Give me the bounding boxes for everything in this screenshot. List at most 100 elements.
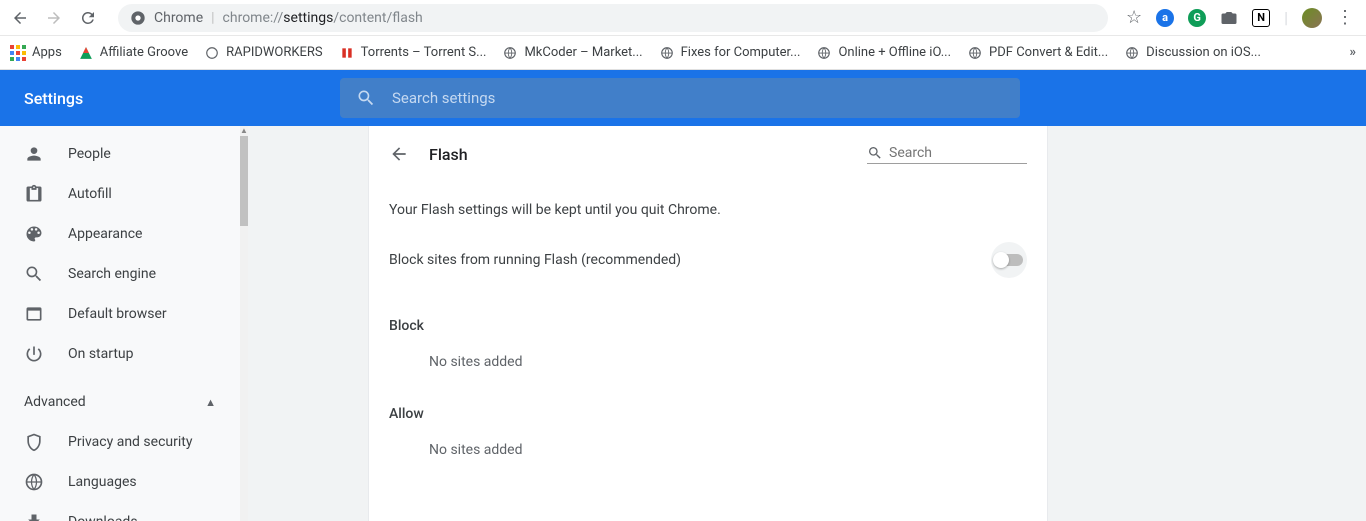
toolbar-right: ☆ a G N | ⋮ xyxy=(1126,7,1358,28)
back-button[interactable] xyxy=(8,6,32,30)
bookmark-item[interactable]: Torrents – Torrent S... xyxy=(339,45,487,61)
flash-info-text: Your Flash settings will be kept until y… xyxy=(369,182,1047,226)
bookmark-label: Online + Offline iO... xyxy=(838,45,951,60)
bookmark-favicon xyxy=(78,45,94,61)
content-search-box[interactable] xyxy=(867,145,1027,164)
content-card: Flash Your Flash settings will be kept u… xyxy=(368,126,1048,521)
nav-default-browser[interactable]: Default browser xyxy=(0,294,240,334)
bookmark-favicon xyxy=(204,45,220,61)
person-icon xyxy=(24,144,44,164)
search-icon xyxy=(356,88,376,108)
search-settings-input[interactable] xyxy=(392,89,1004,107)
bookmark-item[interactable]: Online + Offline iO... xyxy=(816,45,951,61)
bookmark-item[interactable]: RAPIDWORKERS xyxy=(204,45,323,61)
power-icon xyxy=(24,344,44,364)
nav-label: People xyxy=(68,146,111,162)
bookmark-item[interactable]: Fixes for Computer... xyxy=(659,45,801,61)
browser-menu-icon[interactable]: ⋮ xyxy=(1336,7,1354,28)
nav-downloads[interactable]: Downloads xyxy=(0,502,240,521)
window-icon xyxy=(24,304,44,324)
nav-label: Privacy and security xyxy=(68,434,192,450)
shield-icon xyxy=(24,432,44,452)
content-column: Flash Your Flash settings will be kept u… xyxy=(248,126,1366,521)
content-header: Flash xyxy=(369,126,1047,182)
block-flash-row: Block sites from running Flash (recommen… xyxy=(369,226,1047,306)
scheme-label: Chrome xyxy=(154,10,203,26)
content-back-button[interactable] xyxy=(389,144,409,164)
reload-button[interactable] xyxy=(76,6,100,30)
toggle-label: Block sites from running Flash (recommen… xyxy=(389,252,681,268)
globe-icon xyxy=(24,472,44,492)
bookmarks-bar: Apps Affiliate Groove RAPIDWORKERS Torre… xyxy=(0,36,1366,70)
address-bar[interactable]: Chrome | chrome://settings/content/flash xyxy=(118,4,1108,32)
settings-title: Settings xyxy=(0,89,340,108)
download-icon xyxy=(24,512,44,521)
bookmark-label: Fixes for Computer... xyxy=(681,45,801,60)
bookmark-label: MkCoder – Market... xyxy=(524,45,642,60)
search-icon xyxy=(24,264,44,284)
main-area: People Autofill Appearance Search engine… xyxy=(0,126,1366,521)
apps-icon xyxy=(10,45,26,61)
nav-search-engine[interactable]: Search engine xyxy=(0,254,240,294)
block-empty-text: No sites added xyxy=(369,342,1047,394)
bookmark-label: Torrents – Torrent S... xyxy=(361,45,487,60)
forward-button[interactable] xyxy=(42,6,66,30)
sidebar-scrollbar[interactable]: ▲ xyxy=(240,126,248,521)
browser-toolbar: Chrome | chrome://settings/content/flash… xyxy=(0,0,1366,36)
nav-label: Autofill xyxy=(68,186,112,202)
nav-label: Downloads xyxy=(68,514,138,521)
palette-icon xyxy=(24,224,44,244)
nav-languages[interactable]: Languages xyxy=(0,462,240,502)
profile-avatar[interactable] xyxy=(1302,8,1322,28)
bookmark-item[interactable]: Discussion on iOS... xyxy=(1124,45,1261,61)
nav-appearance[interactable]: Appearance xyxy=(0,214,240,254)
bookmark-label: Discussion on iOS... xyxy=(1146,45,1261,60)
nav-on-startup[interactable]: On startup xyxy=(0,334,240,374)
globe-icon xyxy=(659,45,675,61)
apps-label: Apps xyxy=(32,45,62,60)
bookmark-item[interactable]: MkCoder – Market... xyxy=(502,45,642,61)
allow-section-label: Allow xyxy=(369,394,1047,430)
bookmark-item[interactable]: Affiliate Groove xyxy=(78,45,188,61)
settings-sidebar: People Autofill Appearance Search engine… xyxy=(0,126,240,521)
extension-icon-g[interactable]: G xyxy=(1188,9,1206,27)
bookmarks-overflow-icon[interactable]: » xyxy=(1350,45,1357,60)
url-text: chrome://settings/content/flash xyxy=(223,10,423,26)
scroll-up-arrow[interactable]: ▲ xyxy=(240,126,248,136)
nav-advanced-toggle[interactable]: Advanced ▲ xyxy=(0,382,240,422)
nav-people[interactable]: People xyxy=(0,134,240,174)
globe-icon xyxy=(1124,45,1140,61)
allow-empty-text: No sites added xyxy=(369,430,1047,482)
nav-autofill[interactable]: Autofill xyxy=(0,174,240,214)
extension-icon-n[interactable]: N xyxy=(1252,9,1270,27)
extension-icon-camera[interactable] xyxy=(1220,9,1238,27)
nav-label: Advanced xyxy=(24,394,86,410)
nav-privacy[interactable]: Privacy and security xyxy=(0,422,240,462)
nav-label: Search engine xyxy=(68,266,156,282)
nav-label: Default browser xyxy=(68,306,167,322)
search-settings-box[interactable] xyxy=(340,78,1020,118)
bookmark-label: PDF Convert & Edit... xyxy=(989,45,1108,60)
sidebar-wrap: People Autofill Appearance Search engine… xyxy=(0,126,248,521)
scroll-thumb[interactable] xyxy=(240,136,248,226)
globe-icon xyxy=(967,45,983,61)
apps-shortcut[interactable]: Apps xyxy=(10,45,62,61)
search-icon xyxy=(867,145,883,161)
clipboard-icon xyxy=(24,184,44,204)
nav-label: Languages xyxy=(68,474,137,490)
extension-icon-a[interactable]: a xyxy=(1156,9,1174,27)
block-flash-toggle[interactable] xyxy=(991,242,1027,278)
content-search-input[interactable] xyxy=(889,145,1027,161)
bookmark-favicon xyxy=(339,45,355,61)
bookmark-item[interactable]: PDF Convert & Edit... xyxy=(967,45,1108,61)
page-title: Flash xyxy=(429,145,468,164)
chrome-icon xyxy=(130,10,146,26)
nav-label: On startup xyxy=(68,346,134,362)
chevron-up-icon: ▲ xyxy=(205,396,216,409)
globe-icon xyxy=(502,45,518,61)
block-section-label: Block xyxy=(369,306,1047,342)
settings-header: Settings xyxy=(0,70,1366,126)
bookmark-label: RAPIDWORKERS xyxy=(226,45,323,60)
omnibox-separator: | xyxy=(211,10,214,26)
bookmark-star-icon[interactable]: ☆ xyxy=(1126,7,1142,28)
